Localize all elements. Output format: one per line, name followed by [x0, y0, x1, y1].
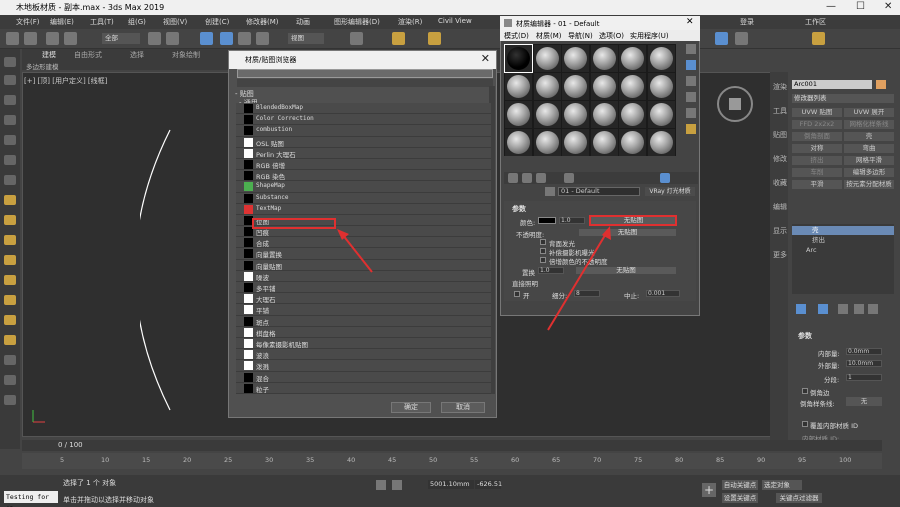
timeline-tick-label: 60	[511, 456, 520, 464]
annotation-arrows	[337, 226, 611, 331]
selected-object-dropdown[interactable]: 选定对象	[762, 480, 802, 490]
frame-counter: 0 / 100	[58, 441, 83, 449]
status-bar: Testing for AD: 选择了 1 个 对象 单击并拖动以选择并移动对象…	[0, 475, 900, 507]
lock-selection-icon[interactable]	[392, 480, 402, 490]
timeline-tick-label: 15	[142, 456, 151, 464]
timeline-tick-label: 50	[429, 456, 438, 464]
x-coord-field[interactable]: 5001.10mm	[428, 480, 474, 489]
time-slider[interactable]: 0 / 100	[22, 440, 882, 451]
autokey-button[interactable]: 自动关键点	[722, 480, 758, 490]
timeline-tick-label: 80	[675, 456, 684, 464]
keyfilter-button[interactable]: 关键点过滤器	[776, 493, 822, 503]
timeline-tick-label: 100	[839, 456, 852, 464]
selection-status: 选择了 1 个 对象	[63, 479, 117, 487]
timeline-tick-label: 40	[347, 456, 356, 464]
timeline-tick-label: 65	[552, 456, 561, 464]
isolate-icon[interactable]	[376, 480, 386, 490]
track-bar[interactable]: 5 10 15 20 25 30 35 40 45 50 55 60 65 70 75 80 85 90 95 100	[22, 453, 882, 469]
timeline-tick-label: 25	[224, 456, 233, 464]
timeline-tick-label: 90	[757, 456, 766, 464]
timeline-tick-label: 10	[101, 456, 110, 464]
add-key-icon[interactable]: +	[702, 483, 716, 497]
timeline-tick-label: 85	[716, 456, 725, 464]
timeline-tick-label: 20	[183, 456, 192, 464]
timeline-tick-label: 45	[388, 456, 397, 464]
timeline-tick-label: 95	[798, 456, 807, 464]
timeline-tick-label: 35	[306, 456, 315, 464]
prompt-hint: 单击并拖动以选择并移动对象	[63, 496, 154, 504]
timeline-tick-label: 55	[470, 456, 479, 464]
timeline-tick-label: 70	[593, 456, 602, 464]
timeline-tick-label: 5	[60, 456, 65, 464]
setkey-button[interactable]: 设置关键点	[722, 493, 758, 503]
timeline-tick-label: 30	[265, 456, 274, 464]
timeline-tick-label: 75	[634, 456, 643, 464]
maxscript-listener[interactable]: Testing for AD:	[4, 491, 58, 507]
y-coord-field[interactable]: -626.51	[475, 480, 502, 489]
